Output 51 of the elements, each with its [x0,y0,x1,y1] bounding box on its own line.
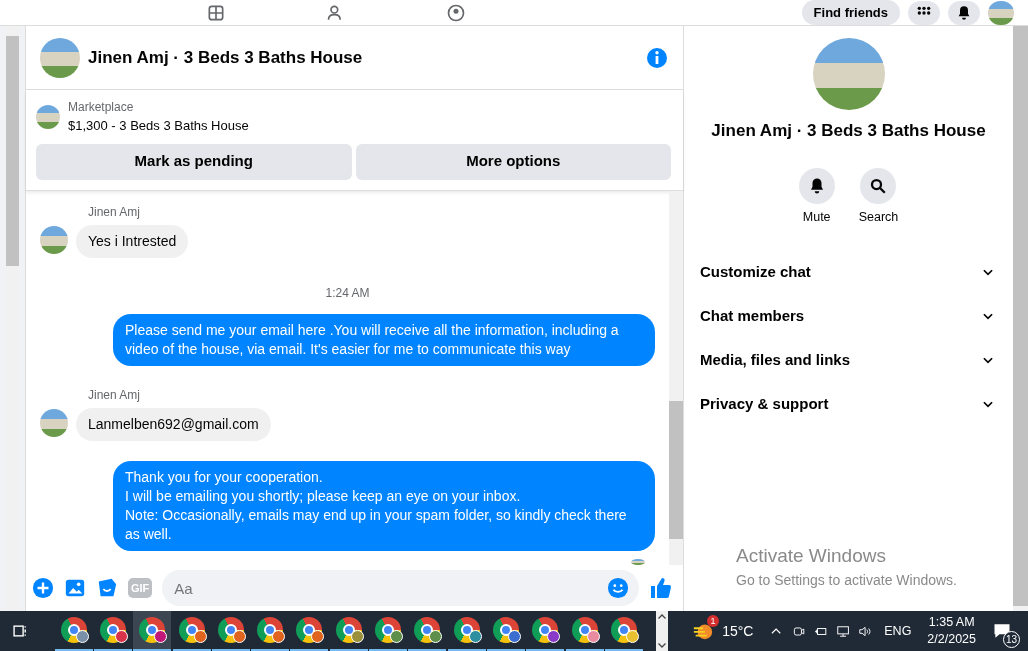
message-timestamp: 1:24 AM [324,284,371,302]
section-toggle[interactable]: Customize chat [684,250,1013,295]
activation-subtitle: Go to Settings to activate Windows. [736,571,958,590]
menu-button[interactable] [908,0,940,25]
profile-avatar[interactable] [988,0,1014,25]
group-icon[interactable] [445,2,467,23]
scrollbar[interactable] [6,26,19,611]
listing-source: Marketplace [68,99,135,116]
browser-icon[interactable] [133,611,172,651]
page-scrollbar[interactable] [1013,26,1028,611]
listing-action-button[interactable]: More options [355,143,671,180]
find-friends-button[interactable]: Find friends [801,0,900,26]
message-bubble: Lanmelben692@gmail.com [76,407,271,441]
bell-icon [956,4,972,21]
section-toggle[interactable]: Chat members [684,294,1013,339]
notification-count: 13 [1003,631,1021,649]
message-bubble: Yes i Intrested [76,224,189,258]
section-toggle[interactable]: Media, files and links [684,338,1013,383]
mute-button[interactable] [798,167,835,204]
message-bubble: Thank you for your cooperation. I will be emailing you shortly; please keep an eye on your inbox. Note: Occasionally, emails may end up in your spam folder, so kindly check there as well. [113,460,655,551]
seen-avatar [631,558,645,565]
sender-name: Jinen Amj [88,203,142,221]
scrollbar[interactable] [669,190,683,565]
sticker-icon[interactable] [96,577,118,599]
message-input[interactable]: Aa [162,570,639,606]
action-label: Search [858,208,899,226]
section-toggle[interactable]: Privacy & support [684,382,1013,427]
chat-title: Jinen Amj · 3 Beds 3 Baths House [88,46,364,69]
search-icon [869,176,888,195]
listing-summary: $1,300 - 3 Beds 3 Baths House [68,117,249,135]
listing-thumbnail [36,104,60,129]
sender-avatar [40,408,68,437]
details-title: Jinen Amj · 3 Beds 3 Baths House [710,120,987,142]
notification-badge: 1 [707,615,720,627]
info-icon[interactable] [645,45,669,70]
smiley-icon[interactable] [607,577,629,599]
search-button[interactable] [860,167,897,204]
temperature: 15°C [722,621,754,641]
plus-icon[interactable] [32,577,54,599]
action-label: Mute [802,208,831,226]
thumbs-up-icon[interactable] [649,576,673,600]
chat-avatar [40,37,80,78]
message-bubble: Please send me your email here .You will receive all the information, including a video of the house, via email. It's easier for me to communicate this way [113,313,655,366]
activation-title: Activate Windows [736,543,887,568]
image-icon[interactable] [64,577,86,599]
language-indicator[interactable]: ENG [884,621,912,641]
clock[interactable]: 1:35 AM 2/2/2025 [927,614,977,648]
notifications-button[interactable] [948,0,980,25]
sender-name: Jinen Amj [88,386,142,404]
sender-avatar [40,225,68,254]
listing-action-button[interactable]: Mark as pending [36,143,352,180]
